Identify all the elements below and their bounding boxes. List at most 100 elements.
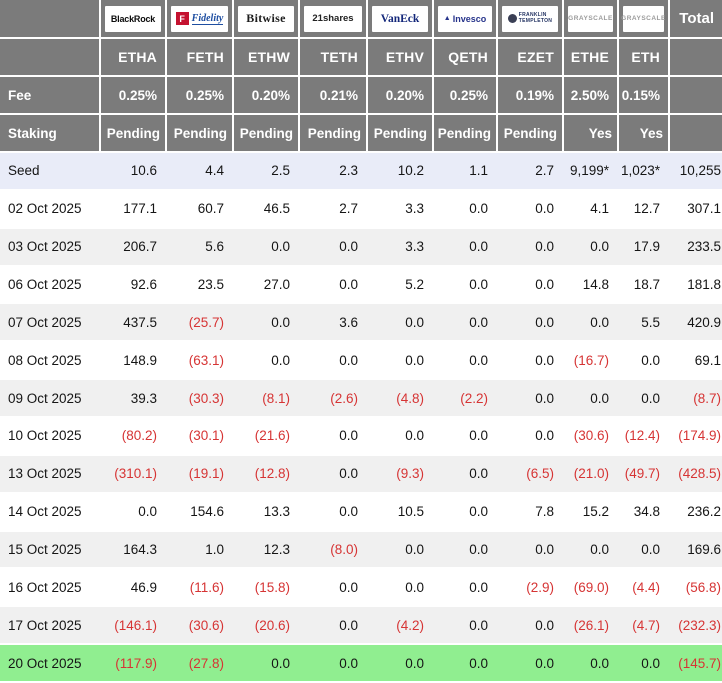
flow-value-cell: 39.3 [100,379,166,417]
flow-value-cell: (80.2) [100,417,166,455]
table-row: 07 Oct 2025437.5(25.7)0.03.60.00.00.00.0… [0,303,722,341]
flow-value-cell: (30.3) [166,379,233,417]
ticker-row-label-cell [0,38,100,76]
row-label: 09 Oct 2025 [0,379,100,417]
flow-value-cell: (25.7) [166,303,233,341]
flow-value-cell: 5.6 [166,228,233,266]
bitwise-logo: Bitwise [238,6,294,32]
eth-etf-flows-table: BlackRock F Fidelity Bitwise 21shares [0,0,722,683]
flow-value-cell: 0.0 [497,606,563,644]
flow-value-cell: (21.0) [563,455,618,493]
flow-value-cell: (9.3) [367,455,433,493]
flow-value-cell: (6.5) [497,455,563,493]
flow-value-cell: 9,199* [563,152,618,190]
ticker-teth: TETH [299,38,367,76]
invesco-arrow-icon: ▲ [444,15,451,22]
row-label: 20 Oct 2025 [0,644,100,682]
row-label: 03 Oct 2025 [0,228,100,266]
flow-value-cell: 0.0 [497,531,563,569]
flow-rows: Seed10.64.42.52.310.21.12.79,199*1,023*1… [0,152,722,682]
total-value-cell: 10,255 [669,152,722,190]
flow-value-cell: 0.0 [299,606,367,644]
flow-value-cell: 0.0 [563,531,618,569]
flow-value-cell: 0.0 [299,455,367,493]
franklin-logo-line2: TEMPLETON [519,19,552,25]
flow-value-cell: 7.8 [497,493,563,531]
flow-value-cell: 0.0 [433,568,497,606]
flow-value-cell: 3.3 [367,228,433,266]
franklin-head-icon [508,14,517,23]
flow-value-cell: (8.1) [233,379,299,417]
flow-value-cell: 0.0 [433,531,497,569]
flow-value-cell: 0.0 [433,417,497,455]
flow-value-cell: 34.8 [618,493,669,531]
flow-value-cell: (69.0) [563,568,618,606]
flow-value-cell: 0.0 [299,266,367,304]
flow-value-cell: (4.2) [367,606,433,644]
flow-value-cell: (49.7) [618,455,669,493]
flow-value-cell: 0.0 [367,417,433,455]
flow-value-cell: 4.1 [563,190,618,228]
flow-value-cell: 0.0 [299,228,367,266]
flow-value-cell: (4.4) [618,568,669,606]
row-label: Seed [0,152,100,190]
fee-row-label: Fee [0,76,100,114]
fee-ezet: 0.19% [497,76,563,114]
fidelity-f-icon: F [176,12,189,25]
flow-value-cell: (310.1) [100,455,166,493]
vaneck-logo: VanEck [372,6,428,32]
flow-value-cell: 0.0 [233,341,299,379]
flow-value-cell: 164.3 [100,531,166,569]
total-value-cell: (8.7) [669,379,722,417]
flow-value-cell: (27.8) [166,644,233,682]
flow-value-cell: 0.0 [433,455,497,493]
flow-value-cell: 0.0 [618,644,669,682]
flow-value-cell: 0.0 [433,266,497,304]
row-label: 15 Oct 2025 [0,531,100,569]
ticker-ethe: ETHE [563,38,618,76]
fee-teth: 0.21% [299,76,367,114]
table-row: 20 Oct 2025(117.9)(27.8)0.00.00.00.00.00… [0,644,722,682]
grayscale-mini-logo: GRAYSCALE [623,6,664,32]
flow-value-cell: 0.0 [433,341,497,379]
flow-value-cell: 15.2 [563,493,618,531]
ticker-ethv: ETHV [367,38,433,76]
21shares-logo-text: 21shares [312,13,353,24]
flow-value-cell: (30.6) [166,606,233,644]
flow-value-cell: 0.0 [497,379,563,417]
ticker-ezet: EZET [497,38,563,76]
flow-value-cell: 0.0 [367,341,433,379]
flow-value-cell: (15.8) [233,568,299,606]
row-label: 10 Oct 2025 [0,417,100,455]
flow-value-cell: 0.0 [367,303,433,341]
flow-value-cell: 0.0 [497,190,563,228]
flow-value-cell: 148.9 [100,341,166,379]
flow-value-cell: 92.6 [100,266,166,304]
flow-value-cell: (20.6) [233,606,299,644]
table-row: 06 Oct 202592.623.527.00.05.20.00.014.81… [0,266,722,304]
flow-value-cell: 46.5 [233,190,299,228]
flow-value-cell: 154.6 [166,493,233,531]
flow-value-cell: 0.0 [299,493,367,531]
flow-value-cell: (117.9) [100,644,166,682]
flow-value-cell: 12.7 [618,190,669,228]
total-value-cell: (232.3) [669,606,722,644]
ticker-ethw: ETHW [233,38,299,76]
invesco-logo: ▲ Invesco [438,6,492,32]
flow-value-cell: 1,023* [618,152,669,190]
table-row: 14 Oct 20250.0154.613.30.010.50.07.815.2… [0,493,722,531]
row-label: 16 Oct 2025 [0,568,100,606]
flow-value-cell: 13.3 [233,493,299,531]
flow-value-cell: (2.6) [299,379,367,417]
flow-value-cell: 0.0 [233,303,299,341]
blackrock-logo: BlackRock [105,6,161,32]
invesco-logo-text: Invesco [453,14,487,24]
flow-value-cell: 177.1 [100,190,166,228]
fee-feth: 0.25% [166,76,233,114]
staking-ethe: Yes [563,114,618,152]
flow-value-cell: 0.0 [433,644,497,682]
staking-row: Staking Pending Pending Pending Pending … [0,114,722,152]
table-row: 15 Oct 2025164.31.012.3(8.0)0.00.00.00.0… [0,531,722,569]
flow-value-cell: 0.0 [299,644,367,682]
flow-value-cell: 10.2 [367,152,433,190]
